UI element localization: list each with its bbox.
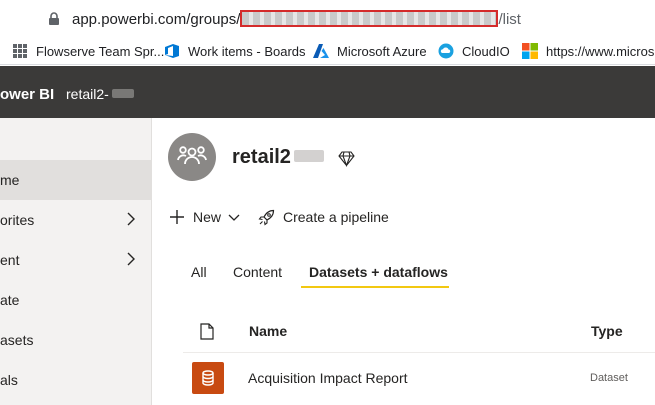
nav-item-create[interactable]: ate — [0, 280, 152, 320]
browser-address-bar[interactable]: app.powerbi.com/groups/ /list — [0, 0, 655, 38]
redacted-group-id — [240, 10, 499, 27]
nav-item-datasets[interactable]: asets — [0, 320, 152, 360]
chevron-right-icon — [127, 252, 135, 266]
nav-item-home[interactable]: me — [0, 160, 152, 200]
nav-item-label: me — [0, 172, 20, 188]
nav-item-label: ent — [0, 252, 20, 268]
microsoft-logo-icon — [522, 43, 538, 59]
workspace-breadcrumb[interactable]: retail2- — [66, 86, 134, 102]
dataset-icon — [192, 362, 224, 394]
bookmark-cloudio[interactable]: CloudIO — [438, 42, 510, 60]
app-brand[interactable]: ower BI — [0, 86, 54, 103]
page-title: retail2 — [232, 146, 324, 169]
chevron-right-icon — [127, 212, 135, 226]
document-icon — [200, 323, 214, 340]
powerbi-header: ower BI retail2- — [0, 66, 655, 118]
new-button[interactable]: New — [169, 207, 240, 227]
azure-icon — [313, 44, 329, 58]
url-tail: /list — [498, 11, 521, 28]
tab-content[interactable]: Content — [233, 264, 282, 280]
create-pipeline-button[interactable]: Create a pipeline — [258, 207, 389, 227]
nav-item-favorites[interactable]: orites — [0, 200, 152, 240]
redacted-text — [293, 150, 324, 162]
bookmark-work-items[interactable]: Work items - Boards — [164, 42, 306, 60]
bookmark-microsoft[interactable]: https://www.micros... — [522, 42, 655, 60]
nav-item-recent[interactable]: ent — [0, 240, 152, 280]
bookmark-label: CloudIO — [462, 43, 510, 59]
bookmarks-bar: Flowserve Team Spr... Work items - Board… — [0, 38, 655, 65]
column-header-name[interactable]: Name — [249, 323, 287, 339]
nav-item-goals[interactable]: als — [0, 360, 152, 400]
chevron-down-icon — [228, 214, 240, 221]
nav-item-label: orites — [0, 212, 35, 228]
bookmark-label: Flowserve Team Spr... — [36, 43, 165, 59]
cloudio-icon — [438, 43, 454, 59]
table-row-name[interactable]: Acquisition Impact Report — [248, 370, 408, 386]
table-row-type: Dataset — [590, 372, 628, 384]
plus-icon — [170, 210, 184, 224]
active-tab-indicator — [301, 286, 449, 288]
url-text[interactable]: app.powerbi.com/groups/ /list — [72, 10, 521, 28]
nav-item-label: als — [0, 372, 18, 388]
workspace-people-icon — [177, 146, 207, 165]
bookmark-flowserve[interactable]: Flowserve Team Spr... — [12, 42, 164, 60]
left-nav: me orites ent ate asets als — [0, 118, 152, 405]
azure-devops-icon — [165, 44, 179, 58]
workspace-title: retail2 — [232, 146, 291, 168]
workspace-avatar — [168, 133, 216, 181]
bookmark-azure[interactable]: Microsoft Azure — [313, 42, 427, 60]
rocket-icon — [258, 209, 275, 225]
url-host: app.powerbi.com/groups/ — [72, 11, 241, 28]
redacted-text — [111, 89, 134, 98]
grid-icon — [13, 44, 27, 58]
tab-all[interactable]: All — [191, 264, 207, 280]
bookmark-label: Microsoft Azure — [337, 43, 427, 59]
diamond-icon — [338, 151, 355, 167]
column-header-type[interactable]: Type — [591, 323, 623, 339]
create-pipeline-label: Create a pipeline — [283, 209, 389, 225]
lock-icon — [49, 12, 59, 25]
bookmark-label: https://www.micros... — [546, 43, 655, 59]
workspace-breadcrumb-label: retail2- — [66, 86, 109, 102]
tab-datasets-dataflows[interactable]: Datasets + dataflows — [309, 264, 448, 280]
bookmark-label: Work items - Boards — [188, 43, 306, 59]
nav-item-label: asets — [0, 332, 34, 348]
new-button-label: New — [193, 209, 222, 225]
row-divider — [183, 352, 655, 353]
nav-item-label: ate — [0, 292, 20, 308]
